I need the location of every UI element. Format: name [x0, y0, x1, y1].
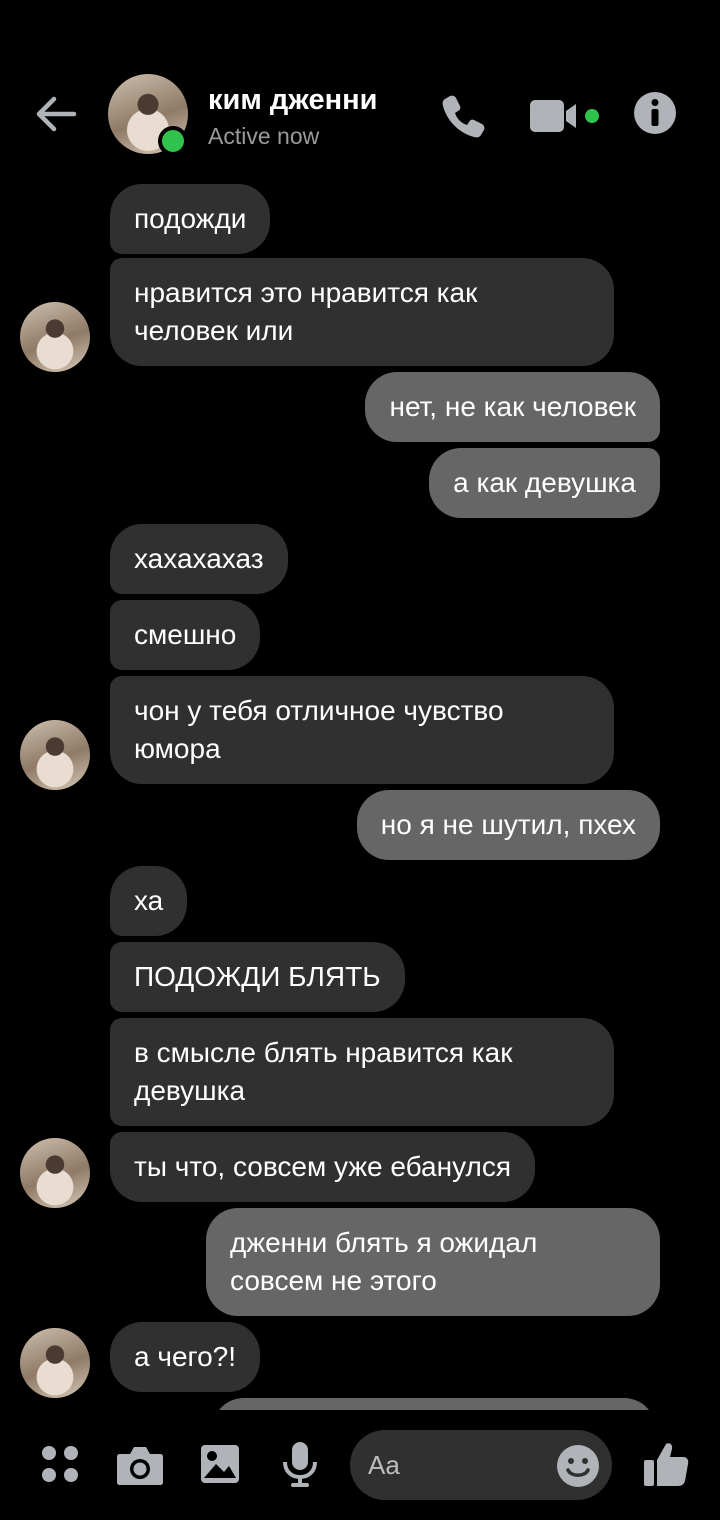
message-bubble-sent[interactable]: но я не шутил, пхех: [356, 790, 660, 860]
message-bubble-sent[interactable]: а как девушка: [429, 448, 660, 518]
contact-avatar[interactable]: [20, 1328, 90, 1398]
chat-header: ким дженни Active now: [0, 0, 720, 180]
message-bubble-sent[interactable]: дженни блять я ожидал совсем не этого: [206, 1208, 660, 1316]
microphone-icon[interactable]: [282, 1440, 318, 1488]
info-icon[interactable]: [632, 90, 678, 136]
composer-bar: [0, 1410, 720, 1520]
message-bubble-received[interactable]: нравится это нравится как человек или: [110, 258, 614, 366]
message-bubble-received[interactable]: чон у тебя отличное чувство юмора: [110, 676, 614, 784]
contact-status: Active now: [208, 123, 320, 149]
message-bubble-received[interactable]: а чего?!: [110, 1322, 261, 1392]
thumbs-up-icon[interactable]: [642, 1440, 690, 1488]
contact-avatar[interactable]: [20, 720, 90, 790]
message-bubble-received[interactable]: подожди: [110, 184, 271, 254]
message-bubble-received[interactable]: хахахахаз: [110, 524, 288, 594]
online-status-dot: [158, 126, 188, 156]
message-bubble-received[interactable]: ты что, совсем уже ебанулся: [110, 1132, 535, 1202]
message-bubble-sent[interactable]: нет, не как человек: [365, 372, 660, 442]
message-bubble-received[interactable]: ПОДОЖДИ БЛЯТЬ: [110, 942, 405, 1012]
four-dots-icon[interactable]: [40, 1444, 80, 1484]
message-bubble-received[interactable]: смешно: [110, 600, 261, 670]
chat-screen: подожди нравится это нравится как челове…: [0, 0, 720, 1520]
contact-name[interactable]: ким дженни: [208, 84, 377, 117]
contact-avatar[interactable]: [20, 1138, 90, 1208]
camera-icon[interactable]: [116, 1444, 164, 1486]
message-bubble-received[interactable]: ха: [110, 866, 188, 936]
message-list[interactable]: подожди нравится это нравится как челове…: [0, 0, 720, 1410]
contact-avatar[interactable]: [20, 302, 90, 372]
arrow-left-icon[interactable]: [30, 88, 82, 140]
message-bubble-received[interactable]: в смысле блять нравится как девушка: [110, 1018, 614, 1126]
phone-icon[interactable]: [440, 92, 488, 140]
image-icon[interactable]: [200, 1444, 240, 1484]
message-bubble-cutoff: [212, 1398, 656, 1410]
emoji-icon[interactable]: [556, 1444, 600, 1488]
video-camera-icon[interactable]: [528, 96, 604, 136]
